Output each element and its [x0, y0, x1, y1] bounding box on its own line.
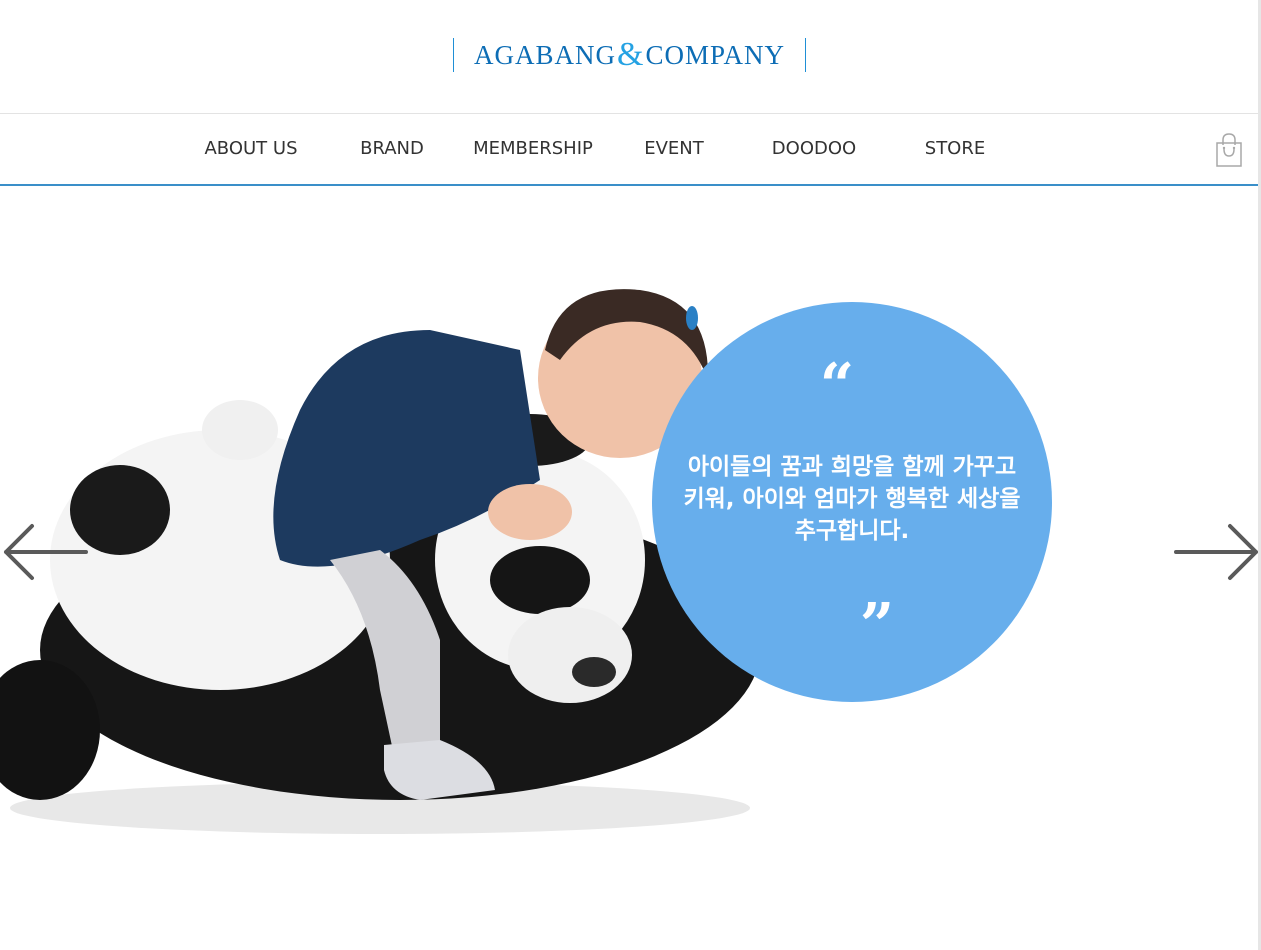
- brand-name-right: COMPANY: [645, 39, 785, 70]
- nav-item-membership[interactable]: MEMBERSHIP: [466, 114, 600, 184]
- hero-slider: “ 아이들의 꿈과 희망을 함께 가꾸고 키워, 아이와 엄마가 행복한 세상을…: [0, 186, 1258, 950]
- brand-logo[interactable]: AGABANG & COMPANY: [453, 38, 806, 72]
- arrow-right-icon[interactable]: [1172, 520, 1258, 584]
- brand-ampersand: &: [616, 36, 645, 73]
- shopping-bag-icon[interactable]: [1214, 132, 1244, 168]
- hero-image: [0, 289, 760, 834]
- quote-close-icon: ”: [859, 591, 895, 661]
- nav-item-doodoo[interactable]: DOODOO: [762, 114, 866, 184]
- nav-item-store[interactable]: STORE: [918, 114, 992, 184]
- hero-quote-text: 아이들의 꿈과 희망을 함께 가꾸고 키워, 아이와 엄마가 행복한 세상을 추…: [683, 454, 1021, 544]
- quote-open-icon: “: [819, 351, 855, 421]
- nav-item-brand[interactable]: BRAND: [346, 114, 438, 184]
- arrow-left-icon[interactable]: [0, 520, 90, 584]
- nav-item-event[interactable]: EVENT: [630, 114, 718, 184]
- main-nav: ABOUT US BRAND MEMBERSHIP EVENT DOODOO S…: [0, 114, 1258, 184]
- nav-item-about-us[interactable]: ABOUT US: [196, 114, 306, 184]
- brand-name-left: AGABANG: [473, 39, 616, 70]
